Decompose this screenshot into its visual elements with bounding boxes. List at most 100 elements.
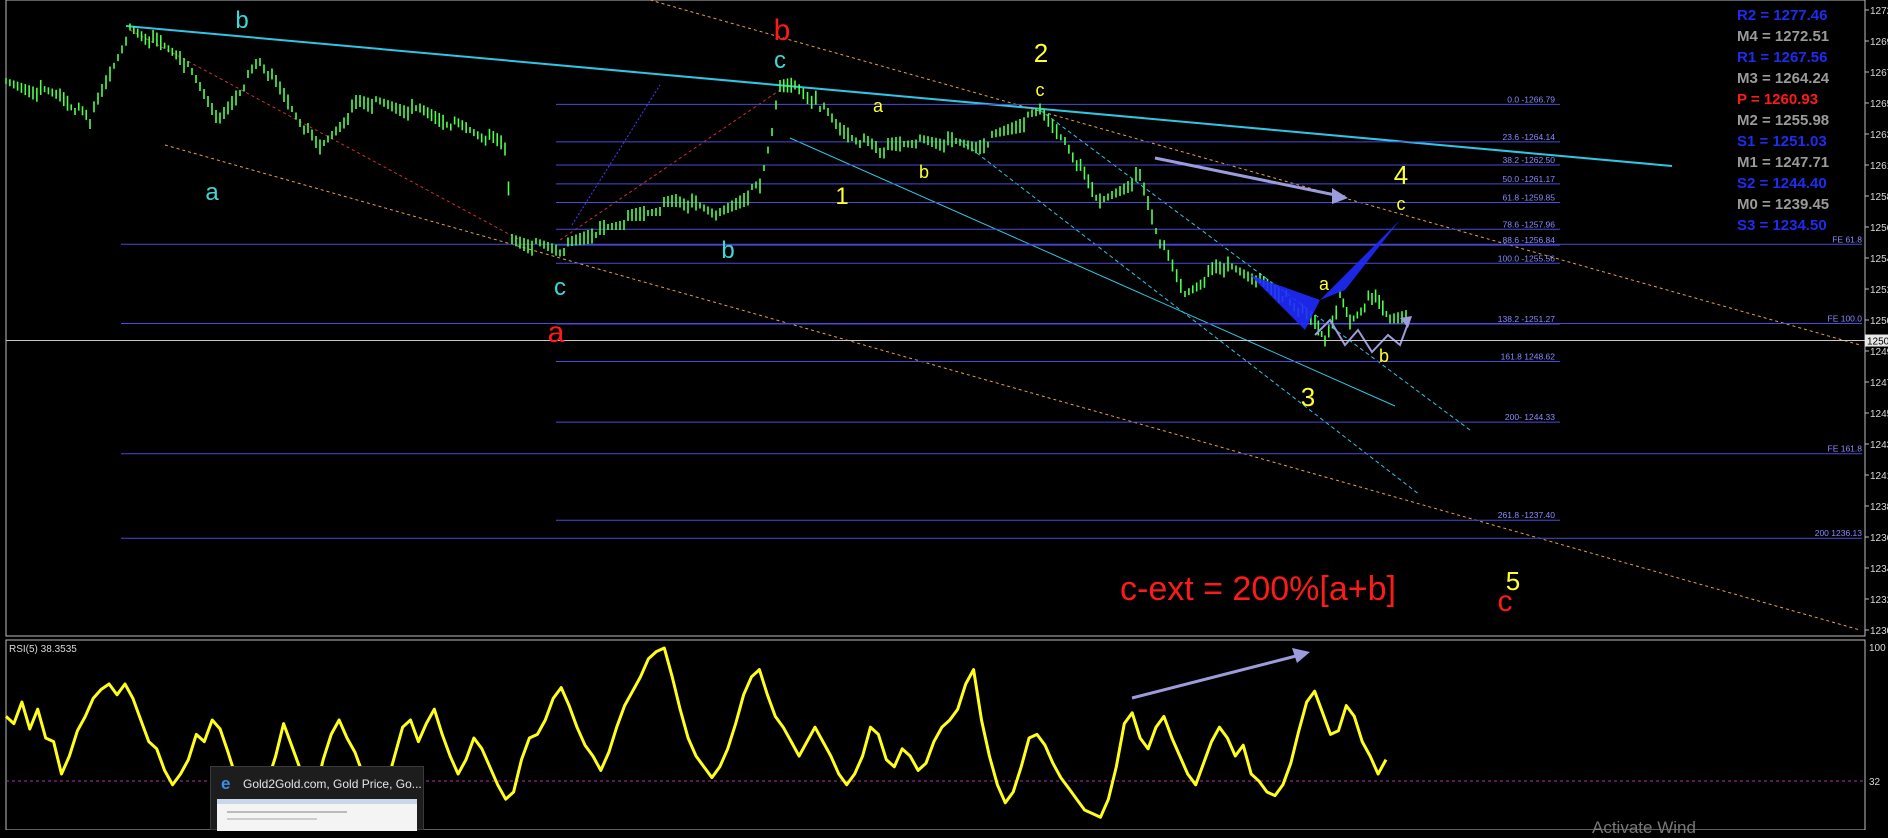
price-axis-tick-label: 1232 (1870, 595, 1888, 606)
thumbnail-line (227, 811, 347, 813)
wave-label-b: b (1379, 346, 1389, 366)
trendlines (125, 0, 1861, 631)
divergence-arrow-rsi (1131, 653, 1301, 700)
fib-level-label: 78.6 -1257.96 (1503, 219, 1556, 229)
pivot-level-s2: S2 = 1244.40 (1737, 175, 1827, 192)
fib-level-label: 100.0 -1255.56 (1498, 253, 1555, 263)
wave-label-a: a (873, 96, 884, 116)
wave-label-a: a (1319, 274, 1330, 294)
fib-level-label: 23.6 -1264.14 (1503, 132, 1556, 142)
current-price-label: 1250 (1867, 337, 1888, 348)
price-axis-tick-label: 1261 (1870, 161, 1888, 172)
taskbar-preview[interactable]: e Gold2Gold.com, Gold Price, Go... (210, 766, 424, 831)
wave-patterns (1154, 156, 1412, 354)
pivot-level-list: M5 = 1280.77 R2 = 1277.46 M4 = 1272.51 R1 =… (1737, 0, 1830, 234)
pivot-level-r2: R2 = 1277.46 (1737, 7, 1828, 24)
wave-label-a: a (205, 179, 219, 206)
arrowhead (1292, 648, 1310, 663)
wave-label-a: a (548, 316, 565, 349)
wave-label-c: c (1498, 585, 1513, 618)
price-axis-tick-label: 1241 (1870, 471, 1888, 482)
price-axis-tick-label: 1234 (1870, 564, 1888, 575)
fib-level-label: 138.2 -1251.27 (1498, 314, 1555, 324)
wave-channel-lower (789, 137, 1396, 407)
price-axis-tick-label: 1250 (1870, 316, 1888, 327)
rsi-axis-tick-32: 32 (1869, 777, 1881, 788)
edge-icon: e (221, 774, 231, 793)
wave-label-c: c (1036, 80, 1045, 100)
upper-dotted-channel (649, 0, 1861, 346)
price-axis-tick-label: 1243 (1870, 440, 1888, 451)
fib-level-label: 161.8 1248.62 (1501, 351, 1556, 361)
pivot-level-m3: M3 = 1264.24 (1737, 70, 1830, 87)
fib-expansion-label: 200 1236.13 (1815, 528, 1863, 538)
activation-watermark: Activate Wind (1592, 818, 1696, 837)
wave-label-b: b (919, 162, 929, 182)
price-axis-tick-label: 1245 (1870, 409, 1888, 420)
wave-label-b: b (721, 237, 734, 264)
wave-channel-mid (959, 139, 1421, 496)
wave-label-1: 1 (835, 183, 848, 210)
price-axis-tick-label: 1254 (1870, 254, 1888, 265)
pivot-level-r1: R1 = 1267.56 (1737, 49, 1828, 66)
taskbar-preview-title: Gold2Gold.com, Gold Price, Go... (243, 777, 422, 791)
pivot-level-m1: M1 = 1247.71 (1737, 154, 1829, 171)
divergence-arrow-price (1154, 156, 1346, 199)
pivot-level-s3: S3 = 1234.50 (1737, 217, 1827, 234)
fib-expansion-label: FE 61.8 (1832, 234, 1862, 244)
taskbar-preview-thumbnail (217, 799, 417, 831)
pivot-level-m2: M2 = 1255.98 (1737, 112, 1829, 129)
arrowhead (1332, 188, 1348, 204)
wave-label-b: b (235, 7, 248, 34)
fib-level-label: 261.8 -1237.40 (1498, 510, 1555, 520)
fib-expansion-lines: FE 61.8 FE 100.0 FE 161.8 200 1236.13 (121, 234, 1863, 539)
wave-label-4: 4 (1394, 160, 1408, 190)
fib-level-label: 50.0 -1261.17 (1503, 174, 1556, 184)
fib-expansion-label: FE 100.0 (1828, 314, 1863, 324)
wave-label-3: 3 (1301, 382, 1315, 412)
thumbnail-line (227, 818, 317, 820)
wave-channel-upper (1039, 109, 1471, 431)
wave-label-c: c (554, 274, 566, 301)
harmonic-pattern-right (1320, 220, 1400, 300)
thumbnail-header (217, 799, 417, 804)
fib-level-label: 0.0 -1266.79 (1507, 94, 1555, 104)
blue-dotted-trend (571, 84, 661, 226)
price-axis-tick-label: 1238 (1870, 502, 1888, 513)
fib-expansion-label: FE 161.8 (1828, 444, 1863, 454)
fib-level-label: 38.2 -1262.50 (1503, 155, 1556, 165)
fib-level-label: 88.6 -1256.84 (1503, 235, 1556, 245)
price-axis-tick-label: 1247 (1870, 378, 1888, 389)
price-axis-tick-label: 1265 (1870, 99, 1888, 110)
harmonic-pattern-left (1250, 275, 1320, 330)
price-axis-tick-label: 1267 (1870, 68, 1888, 79)
price-axis-tick-label: 1236 (1870, 533, 1888, 544)
price-axis-tick-label: 1263 (1870, 130, 1888, 141)
price-axis-tick-label: 1258 (1870, 192, 1888, 203)
rsi-axis-tick-100: 100 (1869, 643, 1886, 654)
price-panel-border (5, 0, 1866, 637)
wave-label-c: c (774, 47, 786, 74)
fib-level-label: 61.8 -1259.85 (1503, 193, 1556, 203)
wave-label-c: c (1397, 194, 1406, 214)
rsi-indicator-label: RSI(5) 38.3535 (9, 644, 77, 655)
main-trendline (125, 25, 1673, 167)
price-axis-tick-label: 1269 (1870, 37, 1888, 48)
pivot-level-s1: S1 = 1251.03 (1737, 133, 1827, 150)
price-axis-tick-label: 1230 (1870, 626, 1888, 637)
pivot-level-p: P = 1260.93 (1737, 91, 1818, 108)
lower-dotted-channel (164, 144, 1861, 631)
wave-label-b: b (774, 14, 791, 47)
price-axis-tick-label: 1272 (1870, 6, 1888, 17)
pivot-level-m0: M0 = 1239.45 (1737, 196, 1829, 213)
price-axis-tick-label: 1252 (1870, 285, 1888, 296)
pivot-level-m4: M4 = 1272.51 (1737, 28, 1829, 45)
fib-retracement-lines: 0.0 -1266.79 23.6 -1264.14 38.2 -1262.50 50… (556, 94, 1560, 521)
price-axis-tick-label: 1249 (1870, 347, 1888, 358)
fib-level-label: 200- 1244.33 (1505, 412, 1555, 422)
pivot-level-m5: M5 = 1280.77 (1737, 0, 1829, 3)
elliott-wave-labels: bacabcb2cab14cab35c (205, 7, 1520, 618)
price-panel: 0.0 -1266.79 23.6 -1264.14 38.2 -1262.50 50… (5, 0, 1888, 637)
c-extension-annotation: c-ext = 200%[a+b] (1120, 570, 1396, 608)
price-axis-tick-label: 1256 (1870, 223, 1888, 234)
